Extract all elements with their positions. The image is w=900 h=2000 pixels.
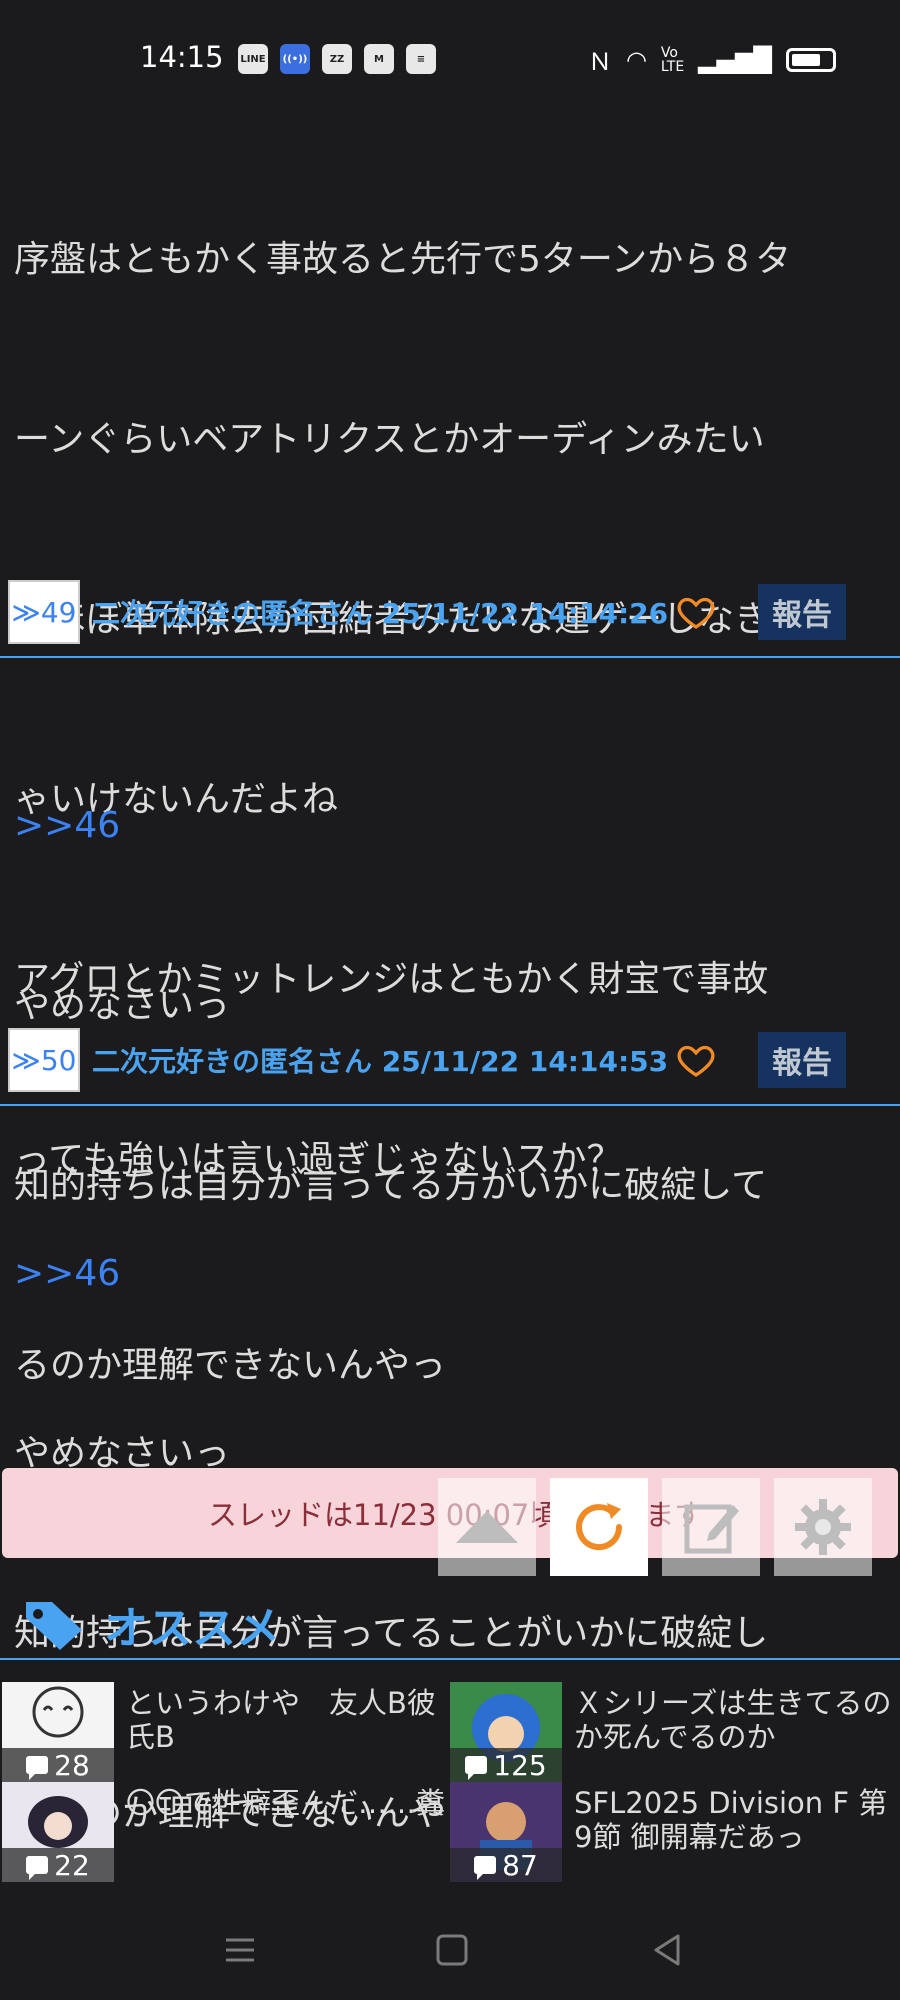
arrow-up-icon <box>456 1511 518 1543</box>
reload-button[interactable] <box>550 1478 648 1576</box>
post-line: 序盤はともかく事故ると先行で5ターンから８タ <box>14 239 792 280</box>
comment-icon <box>465 1756 488 1780</box>
scroll-top-button[interactable] <box>438 1478 536 1576</box>
volte-icon: Vo LTE <box>660 44 685 75</box>
comment-icon <box>26 1856 49 1880</box>
notification-icons: LINE ((•)) ZZ M ≡ <box>238 44 436 74</box>
post-author: 二次元好きの匿名さん 25/11/22 14:14:26 <box>92 597 669 630</box>
post-author: 二次元好きの匿名さん 25/11/22 14:14:53 <box>92 1045 669 1078</box>
menu-icon[interactable] <box>218 1928 262 1972</box>
wifi-icon: ◠ <box>625 45 647 74</box>
heart-icon[interactable] <box>676 1040 716 1080</box>
recommend-item-title: というわけや 友人B彼氏B <box>126 1686 436 1754</box>
post-meta: ≫49 二次元好きの匿名さん 25/11/22 14:14:26 報告 <box>8 580 892 652</box>
thumbnail: 22 <box>2 1782 114 1882</box>
comment-count: 28 <box>2 1748 114 1782</box>
recommend-divider <box>0 1658 900 1660</box>
status-bar: 14:15 LINE ((•)) ZZ M ≡ Ｎ ◠ Vo LTE ▂▄▆█ <box>0 0 900 100</box>
recommend-item-title: SFL2025 Division F 第9節 御開幕だあっ <box>574 1786 888 1854</box>
comment-icon <box>474 1856 497 1880</box>
edit-icon <box>684 1504 739 1554</box>
recommend-item[interactable]: 28 というわけや 友人B彼氏B <box>2 1682 442 1782</box>
post-meta: ≫50 二次元好きの匿名さん 25/11/22 14:14:53 報告 <box>8 1028 892 1100</box>
comment-count: 22 <box>2 1848 114 1882</box>
battery-icon <box>786 47 836 72</box>
app-icon: ZZ <box>322 44 352 74</box>
thumbnail: 28 <box>2 1682 114 1782</box>
comment-count: 125 <box>450 1748 562 1782</box>
post-divider <box>0 656 900 658</box>
report-button[interactable]: 報告 <box>758 1032 846 1088</box>
nfc-icon: Ｎ <box>587 48 612 76</box>
reply-link[interactable]: >>46 <box>14 1244 886 1304</box>
recommend-header: オススメ <box>22 1592 280 1656</box>
home-icon[interactable] <box>430 1928 474 1972</box>
recommend-item[interactable]: 87 SFL2025 Division F 第9節 御開幕だあっ <box>450 1782 898 1882</box>
post-line: やめなさいっ <box>14 985 231 1026</box>
stack-icon: ≡ <box>406 44 436 74</box>
tag-icon <box>26 1602 82 1650</box>
comment-count: 87 <box>450 1848 562 1882</box>
post-line: ーンぐらいベアトリクスとかオーディンみたい <box>14 419 765 460</box>
reply-link[interactable]: >>46 <box>14 796 886 856</box>
reload-icon <box>576 1503 623 1551</box>
broadcast-icon: ((•)) <box>280 44 310 74</box>
settings-button[interactable] <box>774 1478 872 1576</box>
comment-icon <box>26 1756 49 1780</box>
comment-count-value: 22 <box>54 1848 90 1882</box>
system-icons: Ｎ ◠ Vo LTE ▂▄▆█ <box>588 42 836 77</box>
status-time: 14:15 <box>140 40 224 74</box>
recommend-title: オススメ <box>104 1603 280 1654</box>
write-button[interactable] <box>662 1478 760 1576</box>
comment-count-value: 125 <box>493 1748 547 1782</box>
gear-icon <box>795 1499 851 1555</box>
thumbnail: 125 <box>450 1682 562 1782</box>
thumbnail: 87 <box>450 1782 562 1882</box>
recommend-item-title: Ｘシリーズは生きてるのか死んでるのか <box>574 1686 892 1754</box>
post-divider <box>0 1104 900 1106</box>
line-icon: LINE <box>238 44 268 74</box>
comment-count-value: 87 <box>502 1848 538 1882</box>
back-icon[interactable] <box>646 1928 690 1972</box>
post-number-button[interactable]: ≫49 <box>8 580 80 644</box>
recommend-item[interactable]: 22 〇〇で性癖歪んだ……糞 <box>2 1782 445 1882</box>
report-button[interactable]: 報告 <box>758 584 846 640</box>
signal-icon: ▂▄▆█ <box>698 45 772 74</box>
heart-icon[interactable] <box>676 592 716 632</box>
comment-count-value: 28 <box>54 1748 90 1782</box>
gmail-icon: M <box>364 44 394 74</box>
system-nav-bar <box>0 1900 900 2000</box>
recommend-item[interactable]: 125 Ｘシリーズは生きてるのか死んでるのか <box>450 1682 898 1782</box>
recommend-item-title: 〇〇で性癖歪んだ……糞 <box>126 1786 446 1820</box>
post-number-button[interactable]: ≫50 <box>8 1028 80 1092</box>
